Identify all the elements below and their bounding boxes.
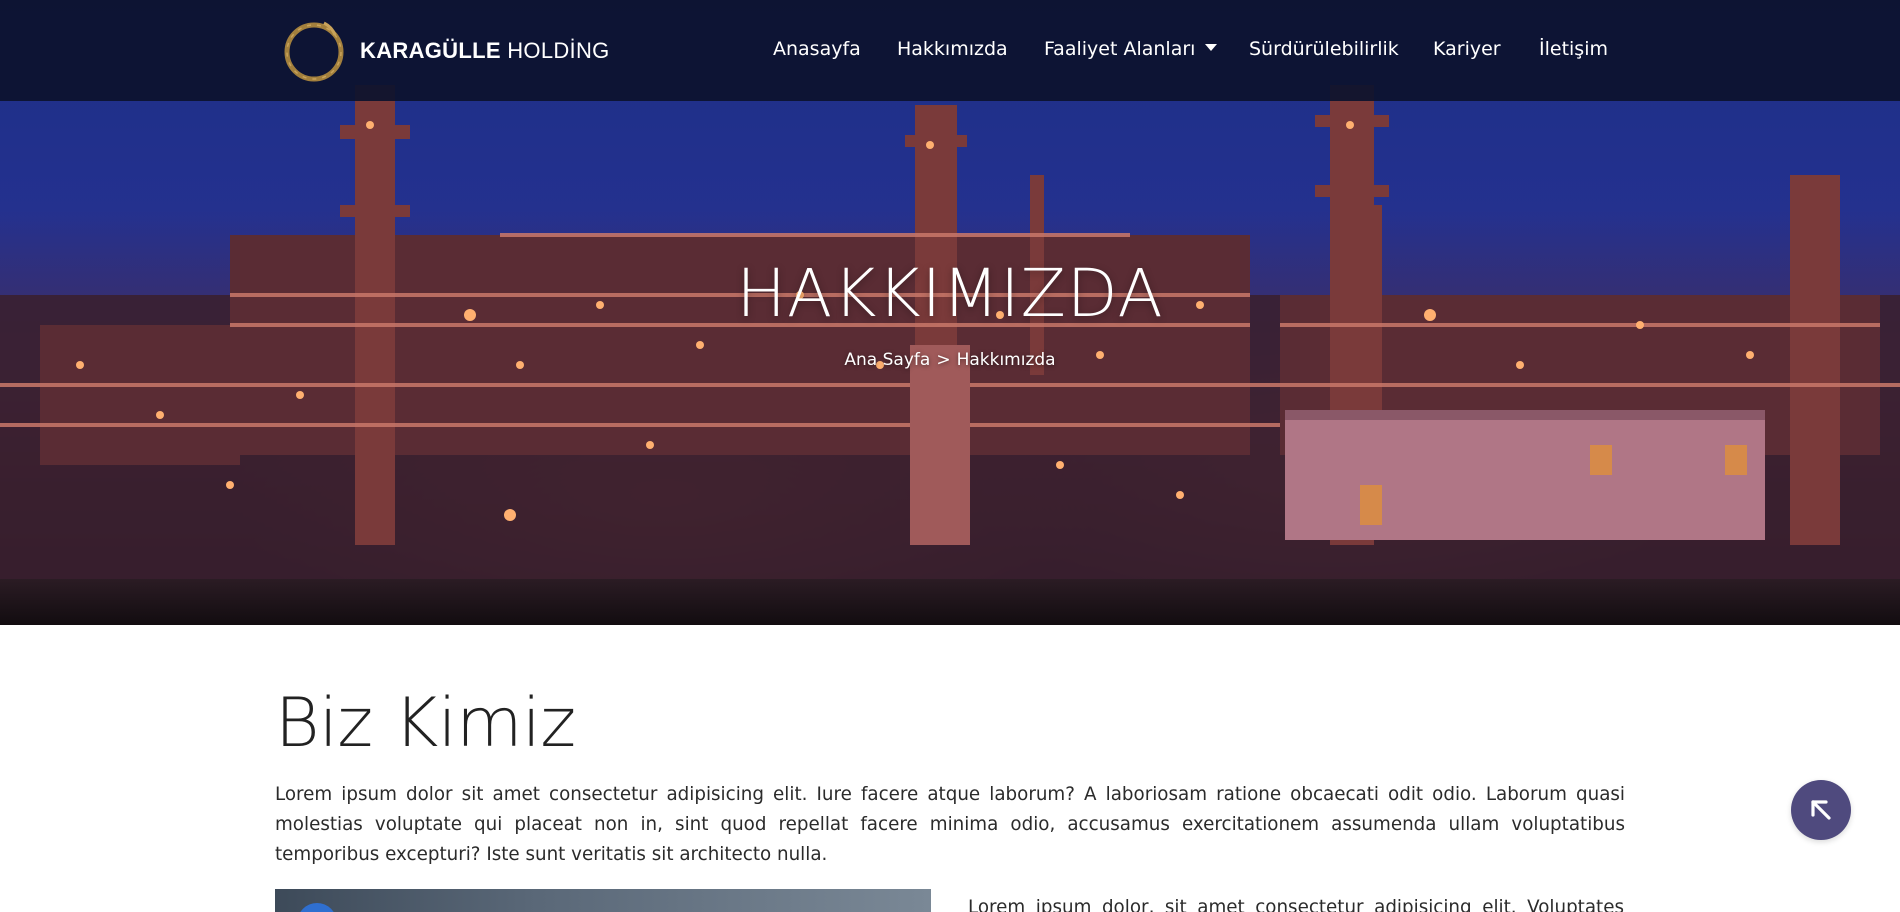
ring-logo-icon: [284, 21, 344, 82]
nav-item-surdurulebilirlik[interactable]: Sürdürülebilirlik: [1249, 38, 1399, 60]
about-image-detail: [297, 903, 337, 912]
nav-item-anasayfa[interactable]: Anasayfa: [773, 38, 861, 60]
chevron-down-icon: [1205, 44, 1218, 51]
brand-name-light: HOLDİNG: [507, 38, 610, 63]
breadcrumb-separator: >: [936, 350, 951, 370]
brand-name-bold: KARAGÜLLE: [360, 38, 501, 63]
page-title: HAKKIMIZDA: [736, 255, 1164, 332]
brand-name: KARAGÜLLE HOLDİNG: [360, 38, 610, 64]
section-heading: Biz Kimiz: [275, 684, 576, 763]
refinery-illustration: [0, 85, 1900, 625]
nav-item-hakkimizda[interactable]: Hakkımızda: [897, 38, 1008, 60]
breadcrumb-current: Hakkımızda: [956, 350, 1056, 370]
hero-ground: [0, 579, 1900, 625]
nav-item-kariyer[interactable]: Kariyer: [1433, 38, 1501, 60]
nav-item-faaliyet-alanlari[interactable]: Faaliyet Alanları: [1044, 38, 1218, 60]
side-paragraph: Lorem ipsum dolor, sit amet consectetur …: [968, 897, 1624, 912]
intro-paragraph: Lorem ipsum dolor sit amet consectetur a…: [275, 784, 1625, 865]
brand-logo-link[interactable]: KARAGÜLLE HOLDİNG: [280, 16, 610, 86]
nav-item-faaliyet-label: Faaliyet Alanları: [1044, 38, 1196, 60]
breadcrumb: Ana Sayfa > Hakkımızda: [0, 350, 1900, 370]
nav-item-iletisim[interactable]: İletişim: [1539, 38, 1608, 60]
top-navbar: KARAGÜLLE HOLDİNG Anasayfa Hakkımızda Fa…: [0, 0, 1900, 101]
about-section: Biz Kimiz Lorem ipsum dolor sit amet con…: [275, 690, 1625, 870]
about-image: [275, 889, 931, 912]
arrow-up-left-icon: [1811, 800, 1831, 820]
scroll-top-button[interactable]: [1791, 780, 1851, 840]
breadcrumb-home-link[interactable]: Ana Sayfa: [844, 350, 930, 370]
